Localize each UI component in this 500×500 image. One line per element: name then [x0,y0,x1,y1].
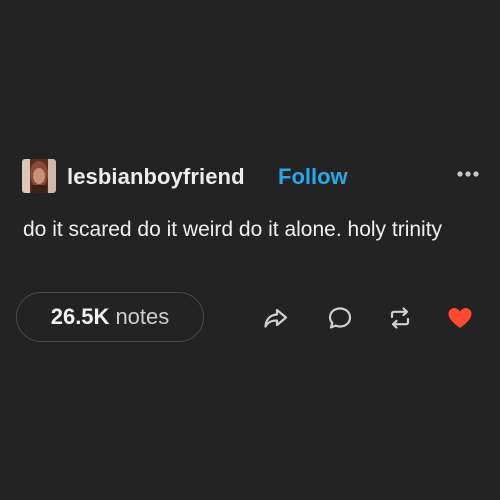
avatar-image [22,159,56,193]
post-card: lesbianboyfriend Follow do it scared do … [0,0,500,500]
notes-label: notes [115,304,170,329]
notes-button[interactable]: 26.5K notes [16,292,204,342]
post-footer: 26.5K notes [16,292,486,346]
avatar[interactable] [22,159,56,193]
reblog-icon[interactable] [386,304,414,332]
follow-button[interactable]: Follow [278,164,348,190]
post-body-text: do it scared do it weird do it alone. ho… [23,218,443,241]
reply-bubble-icon[interactable] [326,304,354,332]
username-link[interactable]: lesbianboyfriend [67,164,245,190]
heart-icon[interactable] [446,304,474,332]
more-dots-icon[interactable] [454,167,482,181]
share-arrow-icon[interactable] [262,304,290,332]
notes-count: 26.5K [50,304,110,329]
post-header: lesbianboyfriend Follow [22,159,482,195]
